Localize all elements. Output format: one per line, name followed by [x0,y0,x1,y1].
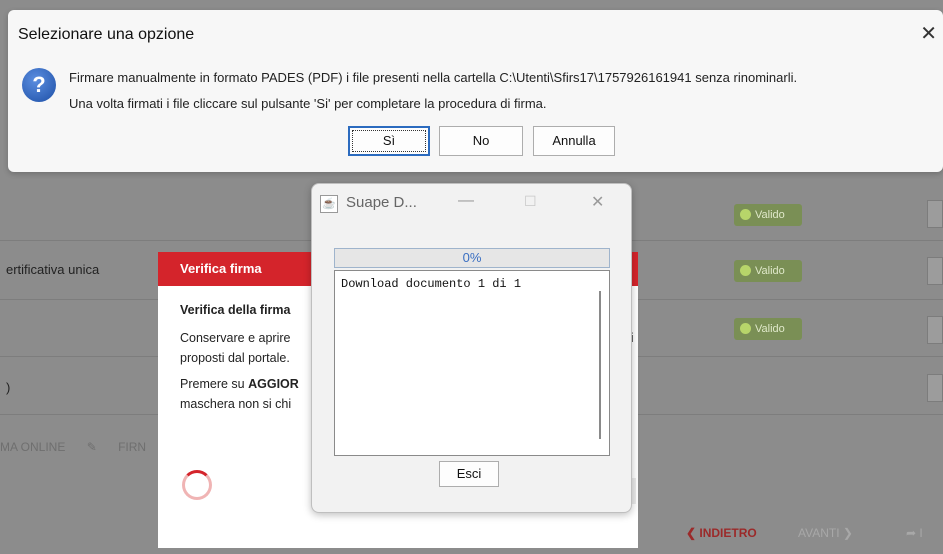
status-label: Valido [755,265,785,277]
question-icon: ? [22,68,56,102]
status-badge: Valido [734,204,802,226]
row-action-button[interactable] [927,316,943,344]
log-scrollbar[interactable] [599,291,601,439]
dialog-message-line1: Firmare manualmente in formato PADES (PD… [69,70,798,85]
minimize-button[interactable]: — [458,192,474,210]
forward-label: AVANTI [798,526,840,540]
status-badge: Valido [734,318,802,340]
row-label: ) [6,380,11,395]
progress-label: 0% [462,250,482,265]
row-action-button[interactable] [927,257,943,285]
download-window: ☕ Suape D... — ☐ ✕ 0% Download documento… [311,183,632,513]
sign-online-button[interactable]: MA ONLINE [0,440,65,454]
check-icon [740,323,751,334]
check-icon [740,209,751,220]
row-action-button[interactable] [927,200,943,228]
sign-icon: ✎ [86,440,101,454]
loading-spinner-icon [182,470,212,500]
back-label: INDIETRO [699,526,757,540]
dialog-message-line2: Una volta firmati i file cliccare sul pu… [69,96,547,111]
option-dialog: Selezionare una opzione ✕ ? Firmare manu… [8,10,943,172]
cancel-button[interactable]: Annulla [533,126,615,156]
window-title: Suape D... [346,194,417,211]
window-close-button[interactable]: ✕ [591,192,604,212]
status-label: Valido [755,323,785,335]
window-titlebar[interactable]: ☕ Suape D... — ☐ ✕ [312,184,631,222]
yes-button-label: Sì [352,130,426,152]
log-text: Download documento 1 di 1 [341,277,522,291]
back-button[interactable]: ❮ INDIETRO [686,526,757,540]
check-icon [740,265,751,276]
paragraph-bold: AGGIOR [248,377,299,391]
paragraph-text: proposti dal portale. [180,351,290,365]
paragraph-text: maschera non si chi [180,397,292,411]
yes-button[interactable]: Sì [348,126,430,156]
status-badge: Valido [734,260,802,282]
no-button[interactable]: No [439,126,523,156]
java-icon: ☕ [320,195,338,213]
dialog-title: Selezionare una opzione [18,26,195,43]
close-button[interactable]: ✕ [920,21,937,46]
share-button[interactable]: ➦ I [906,526,923,540]
download-progress-bar: 0% [334,248,610,268]
exit-button[interactable]: Esci [439,461,499,487]
log-area[interactable]: Download documento 1 di 1 [334,270,610,456]
sign-label: FIRN [118,440,147,454]
share-label: I [919,526,923,540]
paragraph-text: Conservare e aprire [180,331,291,345]
chevron-left-icon: ❮ [686,526,700,540]
paragraph-text: Premere su [180,377,249,391]
action-bar: MA ONLINE ✎ FIRN [0,440,182,454]
status-label: Valido [755,209,785,221]
row-action-button[interactable] [927,374,943,402]
maximize-button[interactable]: ☐ [524,193,537,210]
forward-button[interactable]: AVANTI ❯ [798,526,853,540]
sign-button[interactable]: ✎ FIRN [87,440,164,454]
row-label: ertificativa unica [6,262,100,277]
chevron-right-icon: ❯ [839,526,853,540]
share-icon: ➦ [906,526,920,540]
